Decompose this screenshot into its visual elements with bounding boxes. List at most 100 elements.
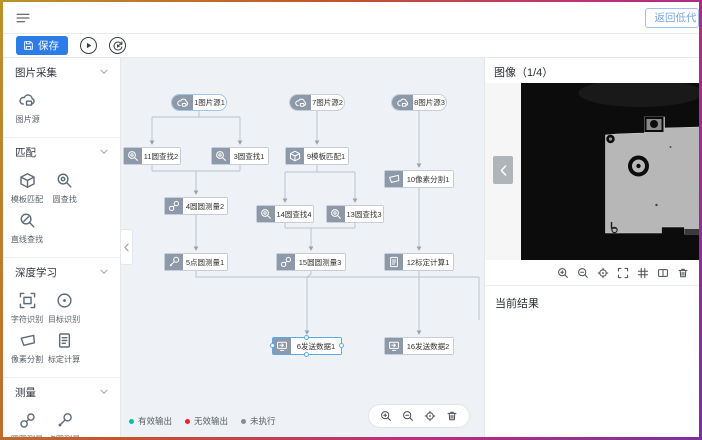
- point-circle-icon: [56, 411, 73, 429]
- node-label: 5点圆测量1: [183, 254, 227, 270]
- flow-list-menu-icon[interactable]: [16, 10, 34, 26]
- node-port-handle[interactable]: [304, 352, 309, 357]
- run-button[interactable]: [80, 37, 97, 54]
- flow-node-14[interactable]: 14圆查找4: [256, 205, 314, 223]
- category-header-1[interactable]: 匹配: [3, 138, 120, 163]
- category-label: 匹配: [15, 145, 36, 160]
- current-results-title: 当前结果: [485, 286, 699, 320]
- node-label: 8图片源3: [413, 95, 446, 110]
- play-icon: [83, 40, 94, 51]
- legend-label: 未执行: [250, 415, 276, 427]
- target-icon: [56, 291, 73, 309]
- chevron-left-icon: [499, 82, 508, 259]
- cube-icon: [286, 148, 304, 164]
- flow-node-7[interactable]: 7图片源2: [289, 94, 345, 111]
- node-label: 14圆查找4: [275, 206, 313, 222]
- node-label: 6发送数据1: [291, 338, 341, 354]
- tool-label: 像素分割: [11, 353, 43, 364]
- flow-node-12[interactable]: 12标定计算1: [384, 253, 454, 271]
- compare-icon[interactable]: [657, 267, 669, 279]
- flow-node-6[interactable]: 6发送数据1: [272, 337, 342, 355]
- image-panel-title: 图像（1/4）: [485, 58, 699, 83]
- legend-dot: [129, 419, 134, 424]
- calib-icon: [56, 331, 73, 349]
- flow-node-3[interactable]: 3圆查找1: [211, 147, 269, 165]
- tool-item-圆查找[interactable]: 圆查找: [47, 171, 82, 205]
- tool-label: 字符识别: [11, 313, 43, 324]
- category-header-0[interactable]: 图片采集: [3, 58, 120, 83]
- flow-node-9[interactable]: 9模板匹配1: [285, 147, 349, 165]
- sidebar-collapse-handle[interactable]: [121, 229, 133, 265]
- node-label: 11圆查找2: [142, 148, 180, 164]
- tool-item-目标识别[interactable]: 目标识别: [47, 291, 82, 325]
- run-once-button[interactable]: [109, 37, 126, 54]
- grid-icon[interactable]: [637, 267, 649, 279]
- cloud-image-icon: [392, 95, 413, 110]
- zoom-in-icon[interactable]: [557, 267, 569, 279]
- flow-node-13[interactable]: 13圆查找3: [326, 205, 384, 223]
- node-label: 4圆圆测量2: [183, 198, 227, 214]
- flow-node-16[interactable]: 16发送数据2: [384, 337, 454, 355]
- tool-item-直线查找[interactable]: 直线查找: [10, 211, 45, 245]
- tool-label: 直线查找: [11, 233, 43, 244]
- camera-image: [521, 83, 699, 260]
- locate-icon[interactable]: [424, 410, 436, 422]
- flow-edges: [121, 58, 482, 437]
- pixel-seg-icon: [19, 331, 36, 349]
- pixel-seg-icon: [385, 171, 403, 187]
- flow-node-4[interactable]: 4圆圆测量2: [164, 197, 228, 215]
- tool-item-字符识别[interactable]: 字符识别: [10, 291, 45, 325]
- flow-node-15[interactable]: 15圆圆测量3: [276, 253, 346, 271]
- delete-icon[interactable]: [677, 267, 689, 279]
- flow-node-10[interactable]: 10像素分割1: [384, 170, 454, 188]
- tool-item-点圆测量[interactable]: 点圆测量: [47, 411, 82, 437]
- status-legend: 有效输出无效输出未执行: [129, 415, 276, 427]
- flow-canvas[interactable]: 1图片源1 7图片源2 8图片源3 11圆查找2 3圆查找1 9模板匹配1 10像素分割1 4…: [121, 58, 484, 437]
- previous-image-button[interactable]: [493, 156, 513, 184]
- app-window: 返回低代 保存 图片采集图片源匹配模板匹配圆查找直线查找深度学习字符识别目标识别…: [3, 2, 699, 437]
- node-label: 15圆圆测量3: [295, 254, 345, 270]
- delete-icon[interactable]: [446, 410, 458, 422]
- category-items: 圆圆测量点圆测量点点测量: [3, 403, 120, 437]
- tool-item-图片源[interactable]: 图片源: [10, 91, 45, 125]
- screenshot-bezel: 返回低代 保存 图片采集图片源匹配模板匹配圆查找直线查找深度学习字符识别目标识别…: [0, 0, 702, 440]
- chevron-left-icon: [122, 243, 131, 252]
- flow-node-1[interactable]: 1图片源1: [171, 94, 227, 111]
- tool-label: 目标识别: [48, 313, 80, 324]
- zoom-out-icon[interactable]: [402, 410, 414, 422]
- image-panel: 图像（1/4）: [484, 58, 699, 437]
- node-port-handle[interactable]: [304, 335, 309, 340]
- node-port-handle[interactable]: [270, 343, 275, 348]
- tool-item-标定计算[interactable]: 标定计算: [47, 331, 82, 365]
- point-circle-icon: [165, 254, 183, 270]
- node-label: 3圆查找1: [230, 148, 268, 164]
- locate-icon[interactable]: [597, 267, 609, 279]
- zoom-out-icon[interactable]: [577, 267, 589, 279]
- node-label: 7图片源2: [311, 95, 344, 110]
- tool-item-圆圆测量[interactable]: 圆圆测量: [10, 411, 45, 437]
- legend-item: 有效输出: [129, 415, 172, 427]
- top-bar: 返回低代: [3, 2, 699, 34]
- node-label: 9模板匹配1: [304, 148, 348, 164]
- node-port-handle[interactable]: [339, 343, 344, 348]
- flow-node-11[interactable]: 11圆查找2: [123, 147, 181, 165]
- tool-label: 图片源: [15, 113, 39, 124]
- circle-circle-icon: [165, 198, 183, 214]
- tool-item-模板匹配[interactable]: 模板匹配: [10, 171, 45, 205]
- save-button[interactable]: 保存: [16, 36, 68, 55]
- flow-node-5[interactable]: 5点圆测量1: [164, 253, 228, 271]
- tool-label: 圆查找: [52, 193, 76, 204]
- fullscreen-icon[interactable]: [617, 267, 629, 279]
- zoom-in-icon[interactable]: [380, 410, 392, 422]
- circle-find-icon: [56, 171, 73, 189]
- category-header-3[interactable]: 测量: [3, 378, 120, 403]
- circle-circle-icon: [19, 411, 36, 429]
- cloud-image-icon: [19, 91, 36, 109]
- back-to-lowcode-button[interactable]: 返回低代: [645, 8, 699, 28]
- image-viewer: [485, 83, 699, 260]
- flow-node-8[interactable]: 8图片源3: [391, 94, 447, 111]
- tool-item-像素分割[interactable]: 像素分割: [10, 331, 45, 365]
- category-header-2[interactable]: 深度学习: [3, 258, 120, 283]
- chevron-down-icon: [100, 267, 108, 279]
- chevron-down-icon: [100, 387, 108, 399]
